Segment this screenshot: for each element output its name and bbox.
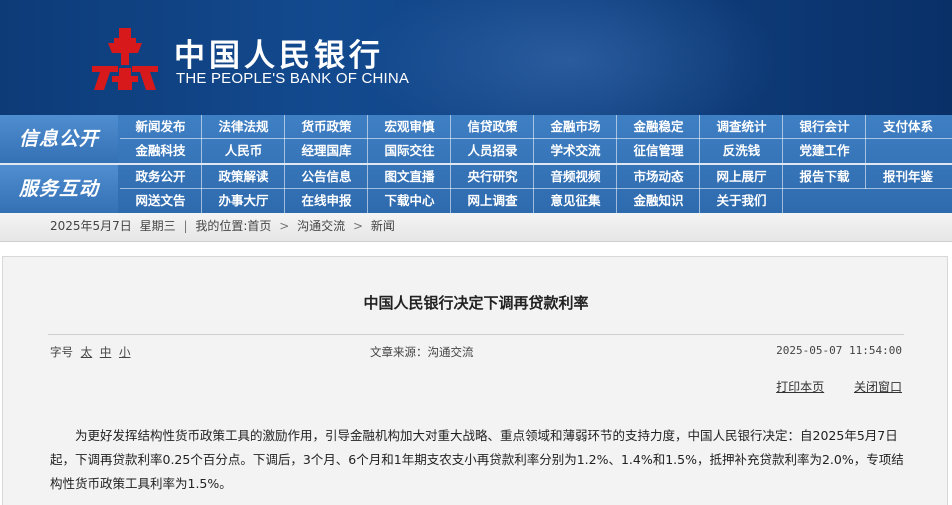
article-tools: 打印本页 关闭窗口 [750,378,902,395]
nav-item-yearbook[interactable]: 报刊年鉴 [867,165,949,189]
site-title-en: THE PEOPLE'S BANK OF CHINA [176,70,410,87]
nav-item-online-declaration[interactable]: 在线申报 [286,189,368,213]
nav-row: 新闻发布 法律法规 货币政策 宏观审慎 信贷政策 金融市场 金融稳定 调查统计 … [120,115,952,139]
nav-section-info: 信息公开 新闻发布 法律法规 货币政策 宏观审慎 信贷政策 金融市场 金融稳定 … [0,115,952,163]
nav-item-rmb[interactable]: 人民币 [203,139,285,163]
current-weekday: 星期三 [139,219,176,233]
font-size-label: 字号 [50,345,73,359]
nav-item-fintech[interactable]: 金融科技 [120,139,202,163]
nav-item-research[interactable]: 央行研究 [452,165,534,189]
nav-item-laws[interactable]: 法律法规 [203,115,285,139]
nav-item-academic[interactable]: 学术交流 [535,139,617,163]
location-label: 我的位置: [195,219,248,233]
article-paragraph: 为更好发挥结构性货币政策工具的激励作用，引导金融机构加大对重大战略、重点领域和薄… [50,428,904,491]
nav-item-financial-stability[interactable]: 金融稳定 [618,115,700,139]
nav-item-bank-accounting[interactable]: 银行会计 [784,115,866,139]
nav-item-government-affairs[interactable]: 政务公开 [120,165,202,189]
nav-section-label: 信息公开 [0,115,118,163]
breadcrumb-home-link[interactable]: 首页 [247,219,271,233]
font-size-medium-link[interactable]: 中 [100,345,112,359]
article-title: 中国人民银行决定下调再贷款利率 [363,294,589,312]
breadcrumb-separator: > [352,219,364,233]
article-body: 为更好发挥结构性货币政策工具的激励作用，引导金融机构加大对重大战略、重点领域和薄… [50,424,910,496]
nav-item-service-hall[interactable]: 办事大厅 [203,189,285,213]
nav-item-party-building[interactable]: 党建工作 [784,139,866,163]
site-banner: 中国人民银行 THE PEOPLE'S BANK OF CHINA [0,0,952,115]
nav-item-audio-video[interactable]: 音频视频 [535,165,617,189]
close-window-link[interactable]: 关闭窗口 [854,380,902,394]
nav-grid: 政务公开 政策解读 公告信息 图文直播 央行研究 音频视频 市场动态 网上展厅 … [120,165,952,213]
nav-item-official-documents[interactable]: 网送文告 [120,189,202,213]
nav-row: 金融科技 人民币 经理国库 国际交往 人员招录 学术交流 征信管理 反洗钱 党建… [120,139,952,163]
nav-item-anti-money-laundering[interactable]: 反洗钱 [701,139,783,163]
nav-item-news-release[interactable]: 新闻发布 [120,115,202,139]
nav-item-monetary-policy[interactable]: 货币政策 [286,115,368,139]
article-datetime: 2025-05-07 11:54:00 [776,344,902,357]
nav-item-opinion-collection[interactable]: 意见征集 [535,189,617,213]
nav-grid: 新闻发布 法律法规 货币政策 宏观审慎 信贷政策 金融市场 金融稳定 调查统计 … [120,115,952,163]
current-date: 2025年5月7日 [50,219,132,233]
nav-item-about-us[interactable]: 关于我们 [701,189,783,213]
nav-item-policy-interpretation[interactable]: 政策解读 [203,165,285,189]
breadcrumb-divider: | [183,219,188,233]
font-size-large-link[interactable]: 太 [81,345,93,359]
nav-item-report-download[interactable]: 报告下载 [784,165,866,189]
print-page-link[interactable]: 打印本页 [776,380,824,394]
nav-item-payment-system[interactable]: 支付体系 [867,115,949,139]
nav-item-online-exhibition[interactable]: 网上展厅 [701,165,783,189]
article-source: 文章来源：沟通交流 [370,345,474,359]
nav-item-online-survey[interactable]: 网上调查 [452,189,534,213]
breadcrumb-inner: 2025年5月7日 星期三 | 我的位置:首页 > 沟通交流 > 新闻 [50,213,395,240]
nav-item-macro-prudential[interactable]: 宏观审慎 [369,115,451,139]
nav-item-statistics[interactable]: 调查统计 [701,115,783,139]
nav-item-credit-policy[interactable]: 信贷政策 [452,115,534,139]
breadcrumb: 2025年5月7日 星期三 | 我的位置:首页 > 沟通交流 > 新闻 [0,213,952,242]
nav-row: 网送文告 办事大厅 在线申报 下载中心 网上调查 意见征集 金融知识 关于我们 [120,189,952,213]
nav-row: 政务公开 政策解读 公告信息 图文直播 央行研究 音频视频 市场动态 网上展厅 … [120,165,952,189]
nav-item-international[interactable]: 国际交往 [369,139,451,163]
breadcrumb-separator: > [279,219,290,233]
main-nav: 信息公开 新闻发布 法律法规 货币政策 宏观审慎 信贷政策 金融市场 金融稳定 … [0,115,952,213]
nav-item-credit-reference[interactable]: 征信管理 [618,139,700,163]
nav-section-service: 服务互动 政务公开 政策解读 公告信息 图文直播 央行研究 音频视频 市场动态 … [0,165,952,213]
nav-item-market-dynamics[interactable]: 市场动态 [618,165,700,189]
nav-item-announcements[interactable]: 公告信息 [286,165,368,189]
site-title-cn: 中国人民银行 [174,38,384,74]
breadcrumb-communication-link[interactable]: 沟通交流 [297,219,345,233]
font-size-control: 字号 太 中 小 [50,344,130,360]
nav-item-download-center[interactable]: 下载中心 [369,189,451,213]
nav-item-live-broadcast[interactable]: 图文直播 [369,165,451,189]
meta-divider [48,334,904,335]
pboc-logo-icon[interactable] [88,26,162,92]
font-size-small-link[interactable]: 小 [119,345,131,359]
nav-item-recruitment[interactable]: 人员招录 [452,139,534,163]
nav-item-treasury[interactable]: 经理国库 [286,139,368,163]
nav-section-label: 服务互动 [0,165,118,213]
nav-item-financial-market[interactable]: 金融市场 [535,115,617,139]
breadcrumb-news-link[interactable]: 新闻 [371,219,395,233]
nav-item-financial-knowledge[interactable]: 金融知识 [618,189,700,213]
banner-glow [360,0,780,115]
